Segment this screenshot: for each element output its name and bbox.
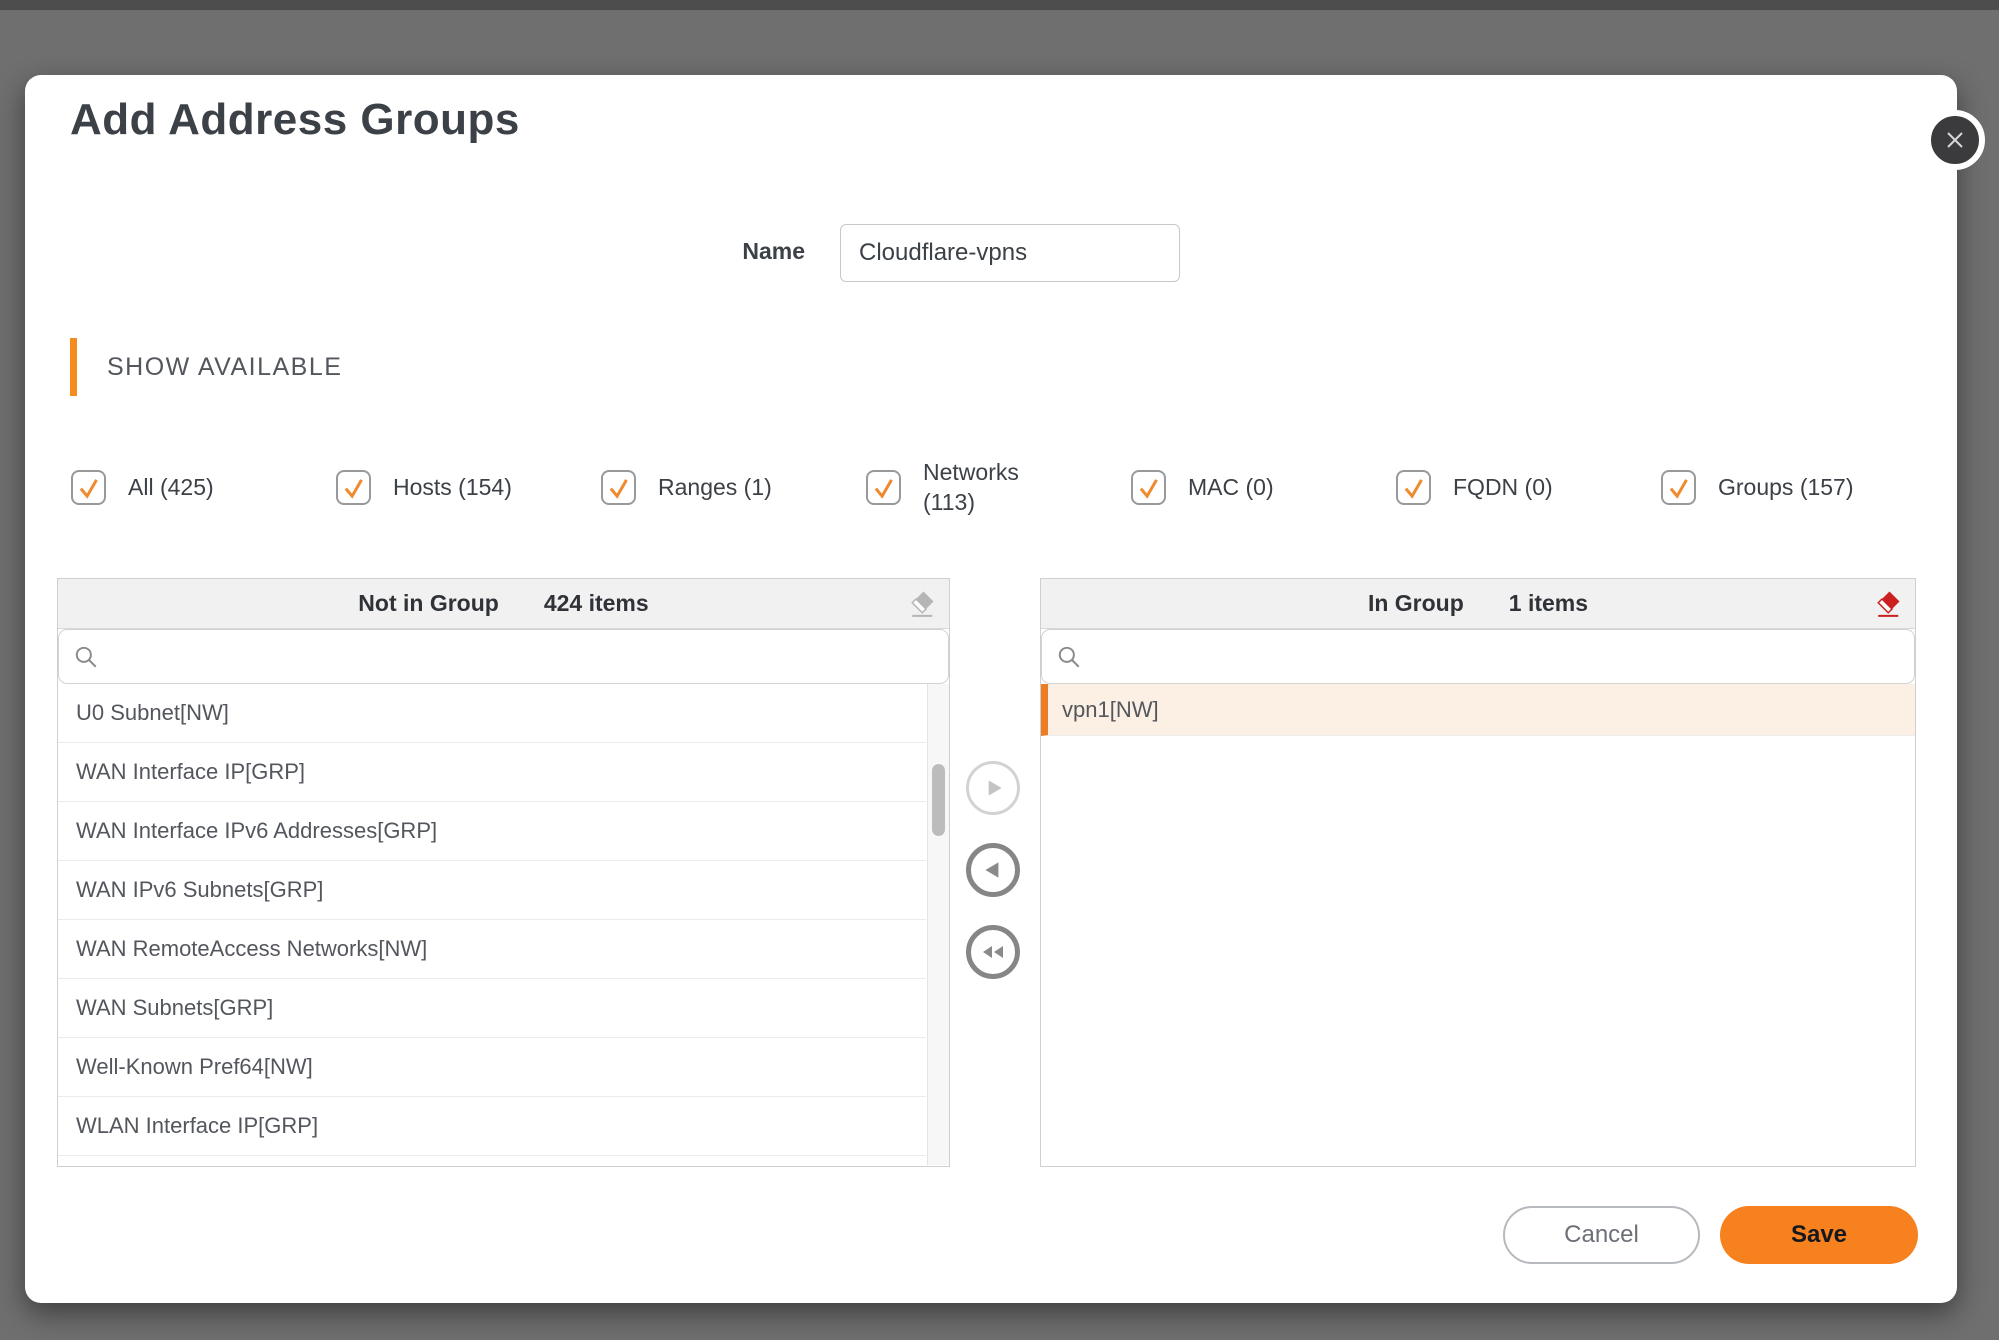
checkbox-networks[interactable]: [866, 470, 901, 505]
page-title: Add Address Groups: [70, 95, 520, 145]
filter-label: FQDN (0): [1453, 473, 1553, 503]
search-icon: [73, 644, 99, 670]
in-group-list: vpn1[NW]: [1041, 684, 1915, 1165]
move-to-group-button[interactable]: [966, 761, 1020, 815]
list-item[interactable]: WAN Interface IP[GRP]: [58, 743, 926, 802]
not-in-group-searchbar: [58, 629, 949, 684]
remove-all-from-group-button[interactable]: [966, 925, 1020, 979]
check-icon: [1399, 473, 1429, 503]
not-in-group-header: Not in Group 424 items: [58, 579, 949, 629]
list-item[interactable]: WLAN Interface IP[GRP]: [58, 1097, 926, 1156]
filter-label: Ranges (1): [658, 473, 772, 503]
eraser-red-icon: [1872, 589, 1902, 619]
not-in-group-panel: Not in Group 424 items U0 Subnet[NW] WAN…: [57, 578, 950, 1167]
section-heading: SHOW AVAILABLE: [107, 353, 342, 382]
checkbox-ranges[interactable]: [601, 470, 636, 505]
name-field[interactable]: [840, 224, 1180, 282]
in-group-header: In Group 1 items: [1041, 579, 1915, 629]
list-item[interactable]: WAN Interface IPv6 Addresses[GRP]: [58, 802, 926, 861]
filter-label: MAC (0): [1188, 473, 1274, 503]
checkbox-all[interactable]: [71, 470, 106, 505]
check-icon: [1664, 473, 1694, 503]
page-top-band: [0, 0, 1999, 10]
close-button[interactable]: [1925, 110, 1985, 170]
panel-title: In Group: [1368, 590, 1464, 617]
not-in-group-search-input[interactable]: [59, 630, 948, 683]
name-field-label: Name: [625, 238, 805, 265]
filter-label: Groups (157): [1718, 473, 1854, 503]
check-icon: [604, 473, 634, 503]
checkbox-hosts[interactable]: [336, 470, 371, 505]
filter-groups: Groups (157): [1661, 458, 1926, 518]
list-item[interactable]: Well-Known Pref64[NW]: [58, 1038, 926, 1097]
scrollbar-thumb[interactable]: [932, 764, 945, 836]
add-address-groups-dialog: Add Address Groups Name SHOW AVAILABLE A…: [25, 75, 1957, 1303]
accent-bar: [70, 338, 77, 396]
panel-count: 424 items: [544, 590, 649, 617]
scrollbar-track[interactable]: [927, 684, 949, 1165]
checkbox-mac[interactable]: [1131, 470, 1166, 505]
checkbox-fqdn[interactable]: [1396, 470, 1431, 505]
check-icon: [869, 473, 899, 503]
check-icon: [339, 473, 369, 503]
save-button[interactable]: Save: [1720, 1206, 1918, 1264]
list-item-selected[interactable]: vpn1[NW]: [1041, 684, 1915, 736]
in-group-search-input[interactable]: [1042, 630, 1914, 683]
filter-ranges: Ranges (1): [601, 458, 866, 518]
in-group-searchbar: [1041, 629, 1915, 684]
filter-networks: Networks (113): [866, 458, 1131, 518]
panel-title: Not in Group: [358, 590, 499, 617]
list-item[interactable]: WAN RemoteAccess Networks[NW]: [58, 920, 926, 979]
type-filter-row: All (425) Hosts (154) Ranges (1) Network…: [71, 458, 1927, 518]
list-item[interactable]: WAN Subnets[GRP]: [58, 979, 926, 1038]
clear-group-button[interactable]: [1871, 588, 1903, 620]
arrow-right-icon: [980, 775, 1006, 801]
filter-label: Hosts (154): [393, 473, 512, 503]
filter-all: All (425): [71, 458, 336, 518]
search-icon: [1056, 644, 1082, 670]
filter-hosts: Hosts (154): [336, 458, 601, 518]
list-item[interactable]: U0 Subnet[NW]: [58, 684, 926, 743]
clear-search-button[interactable]: [905, 588, 937, 620]
check-icon: [1134, 473, 1164, 503]
eraser-icon: [906, 589, 936, 619]
filter-fqdn: FQDN (0): [1396, 458, 1661, 518]
filter-label: Networks (113): [923, 458, 1073, 518]
check-icon: [74, 473, 104, 503]
cancel-button[interactable]: Cancel: [1503, 1206, 1700, 1264]
show-available-section: SHOW AVAILABLE: [70, 338, 342, 396]
remove-from-group-button[interactable]: [966, 843, 1020, 897]
panel-count: 1 items: [1509, 590, 1588, 617]
double-arrow-left-icon: [979, 938, 1007, 966]
checkbox-groups[interactable]: [1661, 470, 1696, 505]
arrow-left-icon: [980, 857, 1006, 883]
list-item[interactable]: WAN IPv6 Subnets[GRP]: [58, 861, 926, 920]
close-icon: [1943, 128, 1967, 152]
in-group-panel: In Group 1 items vpn1[NW]: [1040, 578, 1916, 1167]
not-in-group-list: U0 Subnet[NW] WAN Interface IP[GRP] WAN …: [58, 684, 949, 1165]
filter-label: All (425): [128, 473, 214, 503]
filter-mac: MAC (0): [1131, 458, 1396, 518]
